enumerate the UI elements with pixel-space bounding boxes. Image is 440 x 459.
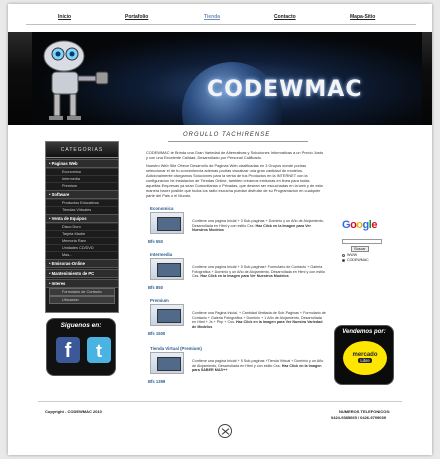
social-panel: Siguenos en: f t xyxy=(46,318,116,376)
plan-thumbnail[interactable] xyxy=(150,258,184,280)
banner-artwork: CODEWMAC xyxy=(32,32,422,125)
header-banner: CODEWMAC xyxy=(8,32,432,125)
sidebar-item-premium[interactable]: Premium xyxy=(46,182,118,189)
intro-paragraph-2: Nuestro Web Site Ofrece Desarrollo de Pa… xyxy=(146,163,323,198)
plan-description: Contiene una Pagina Inicial, + Cantidad … xyxy=(192,311,326,329)
sidebar-item-formulario-contacto[interactable]: Formulario de Contacto xyxy=(49,288,115,296)
sidebar-item-unidades-cd-dvd[interactable]: Unidades CD/DVD xyxy=(46,244,118,251)
nav-inicio[interactable]: Inicio xyxy=(58,14,71,20)
google-search-input[interactable] xyxy=(342,239,382,244)
plan-intermedia: Intermedia Contiene una pagina Inicial +… xyxy=(148,252,326,294)
plan-title: Economica xyxy=(150,206,174,211)
sidebar-item-productos-educativos[interactable]: Productos Educativos xyxy=(46,199,118,206)
slogan-divider xyxy=(168,141,308,142)
sidebar-item-ubicacion[interactable]: Ubicacion xyxy=(49,296,115,304)
plan-description: Contiene una pagina Inicial + 5 Sub-pagi… xyxy=(192,265,325,279)
sidebar-item-tiendas-virtuales[interactable]: Tiendas Virtuales xyxy=(46,206,118,213)
plan-price: Bfs 1500 xyxy=(148,331,166,336)
nav-divider xyxy=(26,24,416,25)
intro-paragraph-1: CODEWMAC te Brinda una Gran Variedad de … xyxy=(146,150,324,160)
robot-mascot-icon xyxy=(43,40,109,120)
mercadolibre-panel[interactable]: Vendemos por: mercado Libre xyxy=(334,325,394,385)
sidebar-category-interes[interactable]: • Interes xyxy=(46,279,118,288)
categories-sidebar: CATEGORIAS • Paginas Web Economica Inter… xyxy=(45,141,119,313)
radio-www-label: WWW xyxy=(347,253,358,257)
plan-price: Bfs 550 xyxy=(148,239,163,244)
google-search-widget: Google Buscar WWW CODEWMAC xyxy=(342,219,382,262)
sidebar-heading: CATEGORIAS xyxy=(46,142,118,158)
sidebar-item-mas[interactable]: Mas... xyxy=(46,251,118,258)
sidebar-item-memoria-ram[interactable]: Memoria Ram xyxy=(46,237,118,244)
plan-price: Bfs 850 xyxy=(148,285,163,290)
phone-numbers: 0424-9385665 / 0426-9709039 xyxy=(331,415,386,420)
plan-price: Bfs 1399 xyxy=(148,379,166,384)
phones-title: NUMEROS TELEFONICOS: xyxy=(339,409,391,414)
radio-codewmac-indicator[interactable] xyxy=(342,258,345,262)
nav-mapa-sitio[interactable]: Mapa-Sitio xyxy=(350,14,375,20)
footer-logo-icon xyxy=(218,424,232,438)
sidebar-item-economica[interactable]: Economica xyxy=(46,168,118,175)
sidebar-category-paginas-web[interactable]: • Paginas Web xyxy=(46,159,118,168)
nav-tienda[interactable]: Tienda xyxy=(204,14,220,20)
nav-portafolio[interactable]: Portafolio xyxy=(125,14,148,20)
sidebar-category-venta-equipos[interactable]: • Venta de Equipos xyxy=(46,214,118,223)
plan-description: Contiene una pagina Inicial + 3 Sub-pagi… xyxy=(192,219,324,233)
radio-www-indicator[interactable] xyxy=(342,253,345,257)
footer-divider xyxy=(38,401,402,402)
plan-description: Contiene una pagina Inicial + 5 Sub-pagi… xyxy=(192,359,324,373)
nav-contacto[interactable]: Contacto xyxy=(274,14,296,20)
mercadolibre-title: Vendemos por: xyxy=(342,329,386,335)
radio-codewmac-label: CODEWMAC xyxy=(347,258,369,262)
plan-link[interactable]: Haz Click en la Imagen para Ver Nuestros… xyxy=(200,274,288,278)
site-logo: CODEWMAC xyxy=(207,77,363,102)
plan-economica: Economica Contiene una pagina Inicial + … xyxy=(148,206,326,248)
sidebar-item-intermedia[interactable]: Intermedia xyxy=(46,175,118,182)
twitter-icon[interactable]: t xyxy=(87,337,111,363)
radio-codewmac[interactable]: CODEWMAC xyxy=(342,258,382,262)
plan-title: Intermedia xyxy=(150,252,173,257)
social-title: Siguenos en: xyxy=(60,322,102,329)
facebook-icon[interactable]: f xyxy=(56,337,80,363)
radio-www[interactable]: WWW xyxy=(342,253,382,257)
sidebar-item-disco-duro[interactable]: Disco Duro xyxy=(46,223,118,230)
sidebar-category-mantenimiento-pc[interactable]: • Mantenimiento de PC xyxy=(46,269,118,278)
plan-thumbnail[interactable] xyxy=(150,352,184,374)
sidebar-category-software[interactable]: • Software xyxy=(46,190,118,199)
plan-thumbnail[interactable] xyxy=(150,304,184,326)
plan-premium: Premium Contiene una Pagina Inicial, + C… xyxy=(148,298,326,340)
plan-tienda-virtual: Tienda Virtual (Premium) Contiene una pa… xyxy=(148,346,326,388)
plan-thumbnail[interactable] xyxy=(150,212,184,234)
copyright-text: Copyright - CODEWMAC 2010 xyxy=(45,409,102,414)
sidebar-category-emisoras-online[interactable]: • Emisoras-Online xyxy=(46,259,118,268)
mercadolibre-logo-bottom: Libre xyxy=(358,358,372,363)
top-navigation: Inicio Portafolio Tienda Contacto Mapa-S… xyxy=(8,12,432,24)
mercadolibre-logo[interactable]: mercado Libre xyxy=(343,341,387,375)
slogan: ORGULLO TACHIRENSE xyxy=(183,132,271,138)
google-logo: Google xyxy=(342,219,377,231)
page-container: Inicio Portafolio Tienda Contacto Mapa-S… xyxy=(8,4,432,455)
google-search-button[interactable]: Buscar xyxy=(351,246,369,252)
intro-text: CODEWMAC te Brinda una Gran Variedad de … xyxy=(146,150,324,201)
sidebar-item-tarjeta-madre[interactable]: Tarjeta Madre xyxy=(46,230,118,237)
plan-title: Premium xyxy=(150,298,169,303)
plan-title: Tienda Virtual (Premium) xyxy=(150,346,202,351)
